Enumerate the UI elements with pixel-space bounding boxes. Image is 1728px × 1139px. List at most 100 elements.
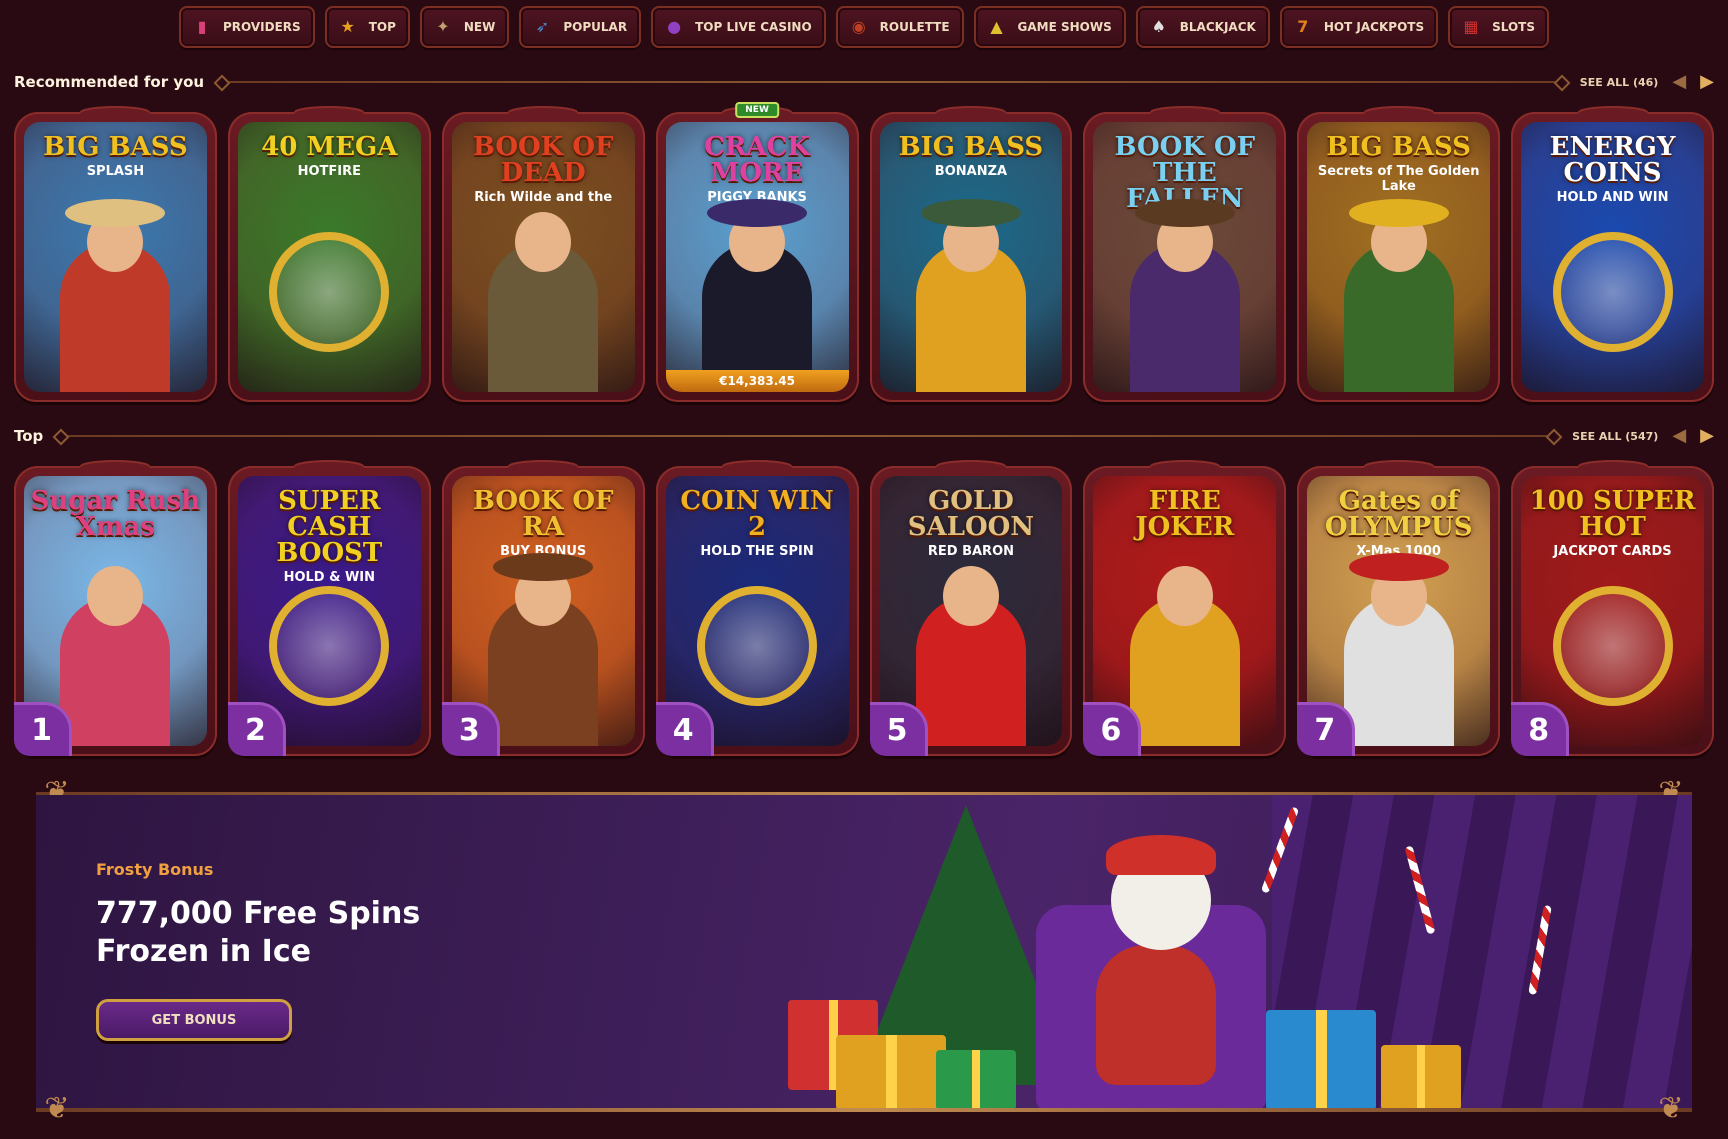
nav-popular-button[interactable]: ➶ Popular: [519, 6, 642, 48]
nav-new-button[interactable]: ✦ New: [419, 6, 510, 48]
game-title: BIG BASS: [1326, 132, 1471, 162]
game-emblem-icon: [269, 232, 390, 352]
recommended-prev-arrow-icon[interactable]: ◀: [1672, 73, 1686, 91]
nav-label: Popular: [563, 20, 628, 34]
rank-badge: 7: [1297, 702, 1356, 756]
promo-title-line1: 777,000 Free Spins: [96, 896, 421, 931]
game-title: 100 SUPER HOT: [1529, 486, 1696, 542]
get-bonus-button[interactable]: GET BONUS: [96, 999, 292, 1041]
character-head: [87, 566, 144, 626]
nav-roulette-button[interactable]: ◉ Roulette: [835, 6, 964, 48]
game-title: 40 MEGA: [261, 132, 398, 162]
game-subtitle: HOTFIRE: [297, 164, 362, 179]
game-subtitle: JACKPOT CARDS: [1553, 544, 1672, 559]
nav-slots-button[interactable]: ▦ Slots: [1448, 6, 1549, 48]
recommended-see-all-link[interactable]: SEE ALL (46): [1580, 76, 1659, 89]
hat-icon: [493, 553, 594, 581]
slot-machine-icon: ▦: [1463, 17, 1479, 36]
nav-hot-jackpots-button[interactable]: 7 Hot Jackpots: [1279, 6, 1439, 48]
game-title: FIRE JOKER: [1135, 486, 1235, 542]
game-card[interactable]: 40 MEGA HOTFIRE: [227, 112, 431, 402]
game-subtitle: BONANZA: [934, 164, 1008, 179]
top-title: Top: [14, 427, 44, 445]
game-card[interactable]: BOOK OF RA BUY BONUS 3: [441, 466, 645, 756]
game-card[interactable]: Sugar Rush Xmas 1: [14, 466, 217, 756]
nav-label: Top Live Casino: [695, 20, 812, 34]
nav-providers-button[interactable]: ▮ Providers: [178, 6, 315, 48]
banner-frame-bottom: [36, 1108, 1692, 1112]
game-subtitle: Secrets of The Golden Lake: [1317, 164, 1480, 194]
game-card[interactable]: GOLD SALOON RED BARON 5: [869, 466, 1073, 756]
new-badge: NEW: [735, 102, 779, 118]
game-emblem-icon: [1552, 232, 1673, 352]
hat-icon: [707, 199, 808, 227]
rocket-icon: ➶: [535, 17, 550, 36]
promo-content: Frosty Bonus 777,000 Free Spins Frozen i…: [96, 860, 496, 1041]
game-thumbnail: ENERGY COINS HOLD AND WIN: [1521, 122, 1704, 392]
gift-box-icon: [836, 1035, 946, 1110]
promo-title: 777,000 Free Spins Frozen in Ice: [96, 895, 496, 971]
providers-icon: ▮: [197, 17, 207, 36]
roulette-icon: ◉: [851, 17, 866, 36]
rank-badge: 5: [869, 702, 928, 756]
game-thumbnail: BIG BASS SPLASH: [24, 122, 207, 392]
nav-label: Hot Jackpots: [1323, 20, 1425, 34]
game-card[interactable]: ENERGY COINS HOLD AND WIN: [1511, 112, 1714, 402]
game-subtitle: HOLD THE SPIN: [700, 544, 814, 559]
game-thumbnail: BOOK OF THE FALLEN: [1093, 122, 1277, 392]
nav-label: Game Shows: [1017, 20, 1112, 34]
game-emblem-icon: [269, 586, 390, 706]
game-card[interactable]: SUPER CASH BOOST HOLD & WIN 2: [227, 466, 431, 756]
recommended-next-arrow-icon[interactable]: ▶: [1700, 73, 1714, 91]
nav-label: Providers: [222, 20, 301, 34]
hat-icon: [1348, 199, 1449, 227]
game-card[interactable]: COIN WIN 2 HOLD THE SPIN 4: [655, 466, 859, 756]
gift-box-icon: [1381, 1045, 1461, 1110]
nav-top-live-casino-button[interactable]: ● Top Live Casino: [651, 6, 826, 48]
game-thumbnail: 40 MEGA HOTFIRE: [237, 122, 421, 392]
recommended-section-header: Recommended for you SEE ALL (46) ◀ ▶: [14, 70, 1714, 94]
rank-badge: 1: [14, 702, 72, 756]
hat-icon: [1134, 199, 1235, 227]
game-card[interactable]: 100 SUPER HOT JACKPOT CARDS 8: [1511, 466, 1714, 756]
game-card[interactable]: FIRE JOKER 6: [1083, 466, 1287, 756]
nav-game-shows-button[interactable]: ▲ Game Shows: [973, 6, 1126, 48]
game-card[interactable]: BIG BASS SPLASH: [14, 112, 217, 402]
character-head: [942, 566, 999, 626]
hat-icon: [1348, 553, 1449, 581]
hat-icon: [920, 199, 1021, 227]
game-card[interactable]: NEW CRACK MORE PIGGY BANKS €14,383.45: [655, 102, 859, 402]
rank-badge: 2: [227, 702, 286, 756]
top-next-arrow-icon[interactable]: ▶: [1700, 427, 1714, 445]
game-card[interactable]: BIG BASS Secrets of The Golden Lake: [1297, 112, 1501, 402]
recommended-games-row: BIG BASS SPLASH 40 MEGA HOTFIRE BOOK OF DEAD…: [14, 102, 1714, 402]
nav-blackjack-button[interactable]: ♠ Blackjack: [1135, 6, 1270, 48]
game-card[interactable]: Gates of OLYMPUS X-Mas 1000 7: [1297, 466, 1501, 756]
character-head: [515, 212, 572, 272]
category-nav: ▮ Providers ★ Top ✦ New ➶ Popular ● Top Live Casi…: [0, 6, 1728, 48]
game-thumbnail: BIG BASS BONANZA: [879, 122, 1063, 392]
nav-label: Slots: [1492, 20, 1535, 34]
jackpot-amount: €14,383.45: [665, 370, 849, 392]
game-title: COIN WIN 2: [680, 486, 834, 542]
nav-label: Top: [368, 20, 396, 34]
nav-label: New: [463, 20, 496, 34]
top-section-header: Top SEE ALL (547) ◀ ▶: [14, 424, 1714, 448]
top-see-all-link[interactable]: SEE ALL (547): [1572, 430, 1658, 443]
jackpot-77-icon: 7: [1297, 17, 1309, 36]
game-card[interactable]: BOOK OF DEAD Rich Wilde and the: [441, 112, 645, 402]
live-casino-icon: ●: [667, 17, 682, 36]
game-card[interactable]: BOOK OF THE FALLEN: [1083, 112, 1287, 402]
game-subtitle: Rich Wilde and the: [474, 190, 613, 205]
game-title: Sugar Rush Xmas: [30, 486, 201, 542]
nav-top-button[interactable]: ★ Top: [324, 6, 410, 48]
game-title: CRACK MORE: [704, 132, 810, 188]
top-prev-arrow-icon[interactable]: ◀: [1672, 427, 1686, 445]
game-card[interactable]: BIG BASS BONANZA: [869, 112, 1073, 402]
cards-icon: ♠: [1151, 17, 1166, 36]
game-subtitle: HOLD AND WIN: [1556, 190, 1669, 205]
game-thumbnail: CRACK MORE PIGGY BANKS €14,383.45: [665, 122, 849, 392]
rank-badge: 4: [655, 702, 714, 756]
game-title: GOLD SALOON: [907, 486, 1035, 542]
game-title: BIG BASS: [43, 132, 188, 162]
